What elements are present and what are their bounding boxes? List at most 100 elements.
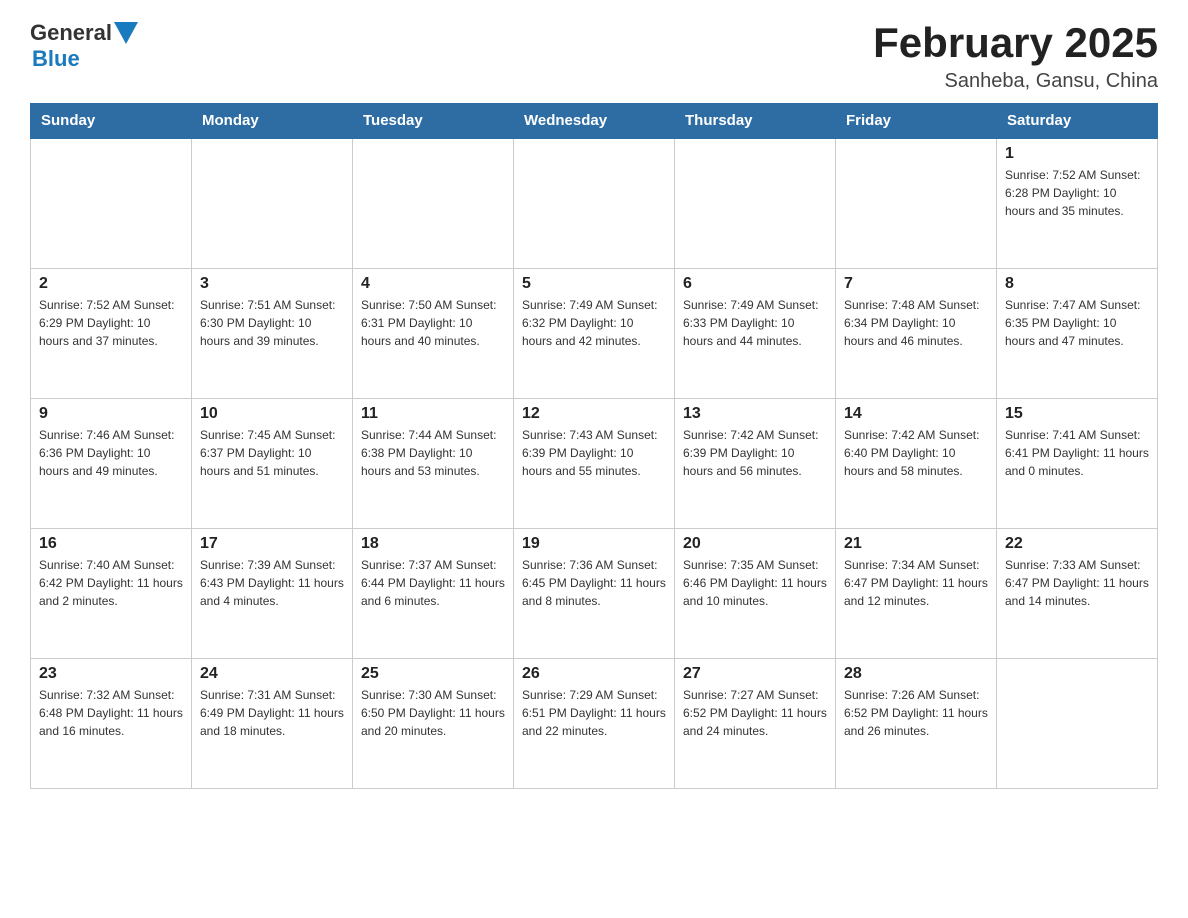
title-block: February 2025 Sanheba, Gansu, China (873, 20, 1158, 93)
table-row: 11Sunrise: 7:44 AM Sunset: 6:38 PM Dayli… (353, 398, 514, 528)
table-row (192, 138, 353, 268)
day-number: 3 (200, 275, 344, 293)
day-info: Sunrise: 7:30 AM Sunset: 6:50 PM Dayligh… (361, 686, 505, 740)
day-info: Sunrise: 7:32 AM Sunset: 6:48 PM Dayligh… (39, 686, 183, 740)
table-row (836, 138, 997, 268)
day-number: 21 (844, 535, 988, 553)
day-info: Sunrise: 7:49 AM Sunset: 6:33 PM Dayligh… (683, 296, 827, 350)
day-number: 1 (1005, 145, 1149, 163)
day-number: 15 (1005, 405, 1149, 423)
day-info: Sunrise: 7:33 AM Sunset: 6:47 PM Dayligh… (1005, 556, 1149, 610)
day-number: 14 (844, 405, 988, 423)
table-row: 3 Sunrise: 7:51 AM Sunset: 6:30 PM Daylig… (192, 268, 353, 398)
day-number: 10 (200, 405, 344, 423)
table-row: 7Sunrise: 7:48 AM Sunset: 6:34 PM Daylig… (836, 268, 997, 398)
table-row: 18 Sunrise: 7:37 AM Sunset: 6:44 PM Dayli… (353, 528, 514, 658)
calendar-week-row: 1 Sunrise: 7:52 AM Sunset: 6:28 PM Daylig… (31, 138, 1158, 268)
table-row: 19Sunrise: 7:36 AM Sunset: 6:45 PM Dayli… (514, 528, 675, 658)
day-info: Sunrise: 7:34 AM Sunset: 6:47 PM Dayligh… (844, 556, 988, 610)
day-number: 4 (361, 275, 505, 293)
calendar-week-row: 2 Sunrise: 7:52 AM Sunset: 6:29 PM Daylig… (31, 268, 1158, 398)
table-row: 2 Sunrise: 7:52 AM Sunset: 6:29 PM Daylig… (31, 268, 192, 398)
table-row: 13 Sunrise: 7:42 AM Sunset: 6:39 PM Dayli… (675, 398, 836, 528)
day-info: Sunrise: 7:35 AM Sunset: 6:46 PM Dayligh… (683, 556, 827, 610)
col-tuesday: Tuesday (353, 104, 514, 139)
calendar-table: Sunday Monday Tuesday Wednesday Thursday… (30, 103, 1158, 789)
table-row: 17 Sunrise: 7:39 AM Sunset: 6:43 PM Dayli… (192, 528, 353, 658)
col-friday: Friday (836, 104, 997, 139)
logo-general-text: General (30, 20, 112, 46)
day-number: 28 (844, 665, 988, 683)
table-row: 28 Sunrise: 7:26 AM Sunset: 6:52 PM Dayli… (836, 658, 997, 788)
table-row: 25 Sunrise: 7:30 AM Sunset: 6:50 PM Dayli… (353, 658, 514, 788)
table-row: 9Sunrise: 7:46 AM Sunset: 6:36 PM Daylig… (31, 398, 192, 528)
day-info: Sunrise: 7:40 AM Sunset: 6:42 PM Dayligh… (39, 556, 183, 610)
col-saturday: Saturday (997, 104, 1158, 139)
day-info: Sunrise: 7:50 AM Sunset: 6:31 PM Dayligh… (361, 296, 505, 350)
day-info: Sunrise: 7:43 AM Sunset: 6:39 PM Dayligh… (522, 426, 666, 480)
table-row: 23 Sunrise: 7:32 AM Sunset: 6:48 PM Dayli… (31, 658, 192, 788)
day-number: 17 (200, 535, 344, 553)
table-row: 20 Sunrise: 7:35 AM Sunset: 6:46 PM Dayli… (675, 528, 836, 658)
day-number: 25 (361, 665, 505, 683)
table-row: 12 Sunrise: 7:43 AM Sunset: 6:39 PM Dayli… (514, 398, 675, 528)
day-info: Sunrise: 7:36 AM Sunset: 6:45 PM Dayligh… (522, 556, 666, 610)
day-info: Sunrise: 7:39 AM Sunset: 6:43 PM Dayligh… (200, 556, 344, 610)
day-number: 26 (522, 665, 666, 683)
day-number: 27 (683, 665, 827, 683)
day-info: Sunrise: 7:37 AM Sunset: 6:44 PM Dayligh… (361, 556, 505, 610)
day-number: 23 (39, 665, 183, 683)
table-row: 21 Sunrise: 7:34 AM Sunset: 6:47 PM Dayli… (836, 528, 997, 658)
day-info: Sunrise: 7:51 AM Sunset: 6:30 PM Dayligh… (200, 296, 344, 350)
month-title: February 2025 (873, 20, 1158, 66)
table-row: 5 Sunrise: 7:49 AM Sunset: 6:32 PM Daylig… (514, 268, 675, 398)
day-number: 11 (361, 405, 505, 423)
day-number: 5 (522, 275, 666, 293)
table-row: 26 Sunrise: 7:29 AM Sunset: 6:51 PM Dayli… (514, 658, 675, 788)
day-number: 12 (522, 405, 666, 423)
day-number: 8 (1005, 275, 1149, 293)
location-subtitle: Sanheba, Gansu, China (873, 70, 1158, 93)
table-row: 1 Sunrise: 7:52 AM Sunset: 6:28 PM Daylig… (997, 138, 1158, 268)
table-row: 15 Sunrise: 7:41 AM Sunset: 6:41 PM Dayli… (997, 398, 1158, 528)
col-monday: Monday (192, 104, 353, 139)
day-info: Sunrise: 7:29 AM Sunset: 6:51 PM Dayligh… (522, 686, 666, 740)
day-info: Sunrise: 7:45 AM Sunset: 6:37 PM Dayligh… (200, 426, 344, 480)
table-row (514, 138, 675, 268)
day-number: 13 (683, 405, 827, 423)
calendar-week-row: 9Sunrise: 7:46 AM Sunset: 6:36 PM Daylig… (31, 398, 1158, 528)
col-wednesday: Wednesday (514, 104, 675, 139)
day-number: 18 (361, 535, 505, 553)
day-info: Sunrise: 7:49 AM Sunset: 6:32 PM Dayligh… (522, 296, 666, 350)
day-info: Sunrise: 7:31 AM Sunset: 6:49 PM Dayligh… (200, 686, 344, 740)
table-row: 24Sunrise: 7:31 AM Sunset: 6:49 PM Dayli… (192, 658, 353, 788)
table-row: 16 Sunrise: 7:40 AM Sunset: 6:42 PM Dayli… (31, 528, 192, 658)
day-number: 16 (39, 535, 183, 553)
day-info: Sunrise: 7:26 AM Sunset: 6:52 PM Dayligh… (844, 686, 988, 740)
day-number: 2 (39, 275, 183, 293)
day-info: Sunrise: 7:27 AM Sunset: 6:52 PM Dayligh… (683, 686, 827, 740)
day-info: Sunrise: 7:52 AM Sunset: 6:28 PM Dayligh… (1005, 166, 1149, 220)
day-info: Sunrise: 7:42 AM Sunset: 6:39 PM Dayligh… (683, 426, 827, 480)
day-info: Sunrise: 7:52 AM Sunset: 6:29 PM Dayligh… (39, 296, 183, 350)
day-info: Sunrise: 7:42 AM Sunset: 6:40 PM Dayligh… (844, 426, 988, 480)
col-sunday: Sunday (31, 104, 192, 139)
calendar-header-row: Sunday Monday Tuesday Wednesday Thursday… (31, 104, 1158, 139)
logo: General Blue (30, 20, 138, 72)
logo-triangle-icon (114, 22, 138, 44)
table-row: 22 Sunrise: 7:33 AM Sunset: 6:47 PM Dayli… (997, 528, 1158, 658)
table-row (31, 138, 192, 268)
table-row: 27 Sunrise: 7:27 AM Sunset: 6:52 PM Dayli… (675, 658, 836, 788)
table-row (353, 138, 514, 268)
day-info: Sunrise: 7:47 AM Sunset: 6:35 PM Dayligh… (1005, 296, 1149, 350)
table-row: 8 Sunrise: 7:47 AM Sunset: 6:35 PM Daylig… (997, 268, 1158, 398)
day-number: 20 (683, 535, 827, 553)
calendar-week-row: 16 Sunrise: 7:40 AM Sunset: 6:42 PM Dayli… (31, 528, 1158, 658)
calendar-week-row: 23 Sunrise: 7:32 AM Sunset: 6:48 PM Dayli… (31, 658, 1158, 788)
table-row: 6 Sunrise: 7:49 AM Sunset: 6:33 PM Daylig… (675, 268, 836, 398)
page-header: General Blue February 2025 Sanheba, Gans… (30, 20, 1158, 93)
day-number: 22 (1005, 535, 1149, 553)
day-number: 6 (683, 275, 827, 293)
table-row: 10 Sunrise: 7:45 AM Sunset: 6:37 PM Dayli… (192, 398, 353, 528)
day-info: Sunrise: 7:41 AM Sunset: 6:41 PM Dayligh… (1005, 426, 1149, 480)
